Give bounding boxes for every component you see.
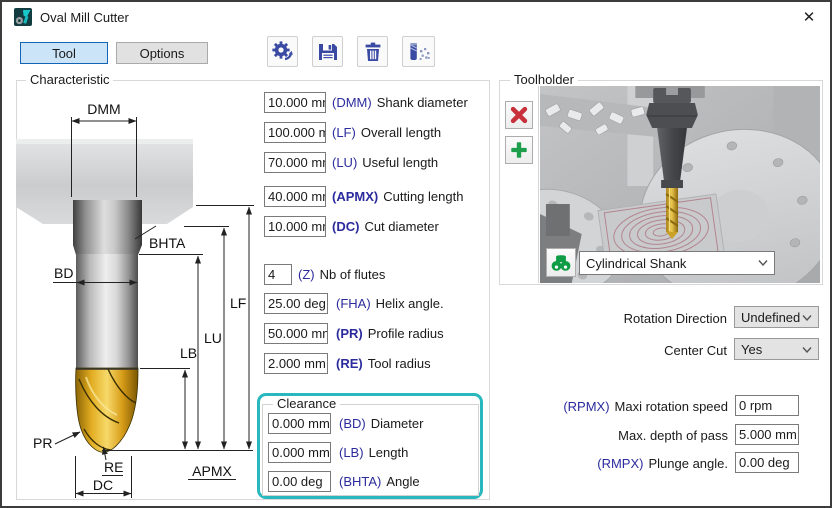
rmpx-code: (RMPX) <box>597 456 643 471</box>
dim-label-pr: PR <box>33 435 52 451</box>
dim-label-lf: LF <box>230 295 246 311</box>
tab-tool[interactable]: Tool <box>20 42 108 64</box>
dmm-code: (DMM) <box>332 95 372 110</box>
z-label: Nb of flutes <box>320 267 386 282</box>
title-bar: Oval Mill Cutter ✕ <box>2 2 830 32</box>
pr-input[interactable]: 50.000 mm <box>264 323 328 344</box>
chevron-down-icon <box>802 347 812 353</box>
rotation-direction-select[interactable]: Undefined <box>734 306 819 328</box>
save-button[interactable] <box>312 36 343 67</box>
remove-toolholder-button[interactable] <box>505 101 533 129</box>
tool-library-icon <box>407 41 431 63</box>
add-toolholder-button[interactable] <box>505 136 533 164</box>
settings-sync-button[interactable] <box>267 36 298 67</box>
toolholder-divider <box>536 86 539 283</box>
save-icon <box>317 41 339 63</box>
max-depth-input[interactable]: 5.000 mm <box>735 424 799 445</box>
dim-label-lb: LB <box>180 345 197 361</box>
apmx-label: Cutting length <box>383 189 463 204</box>
dim-label-apmx: APMX <box>192 463 232 479</box>
apmx-code: (APMX) <box>332 189 378 204</box>
re-label: Tool radius <box>368 356 431 371</box>
add-plus-icon <box>509 140 529 160</box>
dim-label-bd: BD <box>54 265 73 281</box>
binoculars-icon <box>550 254 572 272</box>
characteristic-group-label: Characteristic <box>26 73 113 87</box>
bd-input[interactable]: 0.000 mm <box>268 413 331 434</box>
remove-x-icon <box>509 105 529 125</box>
z-code: (Z) <box>298 267 315 282</box>
center-cut-value: Yes <box>741 342 762 357</box>
bhta-code: (BHTA) <box>339 474 381 489</box>
toolholder-group-label: Toolholder <box>510 73 578 87</box>
clearance-group-label: Clearance <box>273 397 340 411</box>
lb-input[interactable]: 0.000 mm <box>268 442 331 463</box>
bd-label: Diameter <box>371 416 424 431</box>
rotation-direction-value: Undefined <box>741 310 800 325</box>
re-input[interactable]: 2.000 mm <box>264 353 328 374</box>
rmpx-label: Plunge angle. <box>648 456 728 471</box>
chevron-down-icon <box>802 315 812 321</box>
window-title: Oval Mill Cutter <box>40 10 129 25</box>
rotation-direction-label: Rotation Direction <box>542 307 727 329</box>
dim-label-re: RE <box>104 459 123 475</box>
pr-label: Profile radius <box>368 326 444 341</box>
rmpx-input[interactable]: 0.00 deg <box>735 452 799 473</box>
bhta-input[interactable]: 0.00 deg <box>268 471 331 492</box>
lb-label: Length <box>369 445 409 460</box>
rpmx-label: Maxi rotation speed <box>615 399 728 414</box>
dmm-input[interactable]: 10.000 mm <box>264 92 326 113</box>
lf-label: Overall length <box>361 125 441 140</box>
fha-input[interactable]: 25.00 deg <box>264 293 328 314</box>
dc-input[interactable]: 10.000 mm <box>264 216 326 237</box>
settings-sync-icon <box>271 40 295 64</box>
oval-mill-cutter-dialog: Oval Mill Cutter ✕ Tool Options <box>0 0 832 508</box>
center-cut-label: Center Cut <box>542 339 727 361</box>
fha-code: (FHA) <box>336 296 371 311</box>
dim-label-bhta: BHTA <box>149 235 186 251</box>
dim-label-dc: DC <box>93 477 113 493</box>
tool-shaft <box>76 254 138 368</box>
rpmx-input[interactable]: 0 rpm <box>735 395 799 416</box>
shank-type-value: Cylindrical Shank <box>586 256 686 271</box>
browse-toolholder-button[interactable] <box>546 248 576 277</box>
delete-button[interactable] <box>357 36 388 67</box>
apmx-input[interactable]: 40.000 mm <box>264 186 326 207</box>
lb-code: (LB) <box>339 445 364 460</box>
tab-options[interactable]: Options <box>116 42 208 64</box>
delete-icon <box>362 41 384 63</box>
bhta-label: Angle <box>386 474 419 489</box>
lf-code: (LF) <box>332 125 356 140</box>
shank-type-select[interactable]: Cylindrical Shank <box>579 251 775 275</box>
tool-library-button[interactable] <box>402 36 435 67</box>
max-depth-label: Max. depth of pass <box>618 428 728 443</box>
lu-input[interactable]: 70.000 mm <box>264 152 326 173</box>
lf-input[interactable]: 100.000 mm <box>264 122 326 143</box>
dc-label: Cut diameter <box>364 219 438 234</box>
lu-code: (LU) <box>332 155 357 170</box>
tool-diagram: DMM BHTA BD APMX LB LU LF PR RE <box>16 87 258 500</box>
fha-label: Helix angle. <box>376 296 444 311</box>
bd-code: (BD) <box>339 416 366 431</box>
re-code: (RE) <box>336 356 363 371</box>
dc-code: (DC) <box>332 219 359 234</box>
dmm-label: Shank diameter <box>377 95 468 110</box>
lu-label: Useful length <box>362 155 438 170</box>
pr-code: (PR) <box>336 326 363 341</box>
close-button[interactable]: ✕ <box>794 5 824 29</box>
center-cut-select[interactable]: Yes <box>734 338 819 360</box>
tool-cutting-tip <box>76 368 138 452</box>
chevron-down-icon <box>758 260 768 266</box>
dim-label-lu: LU <box>204 330 222 346</box>
rpmx-code: (RPMX) <box>563 399 609 414</box>
flutes-input[interactable]: 4 <box>264 264 292 285</box>
dim-label-dmm: DMM <box>87 101 120 117</box>
tool-collar <box>73 200 142 255</box>
app-icon <box>14 8 32 26</box>
